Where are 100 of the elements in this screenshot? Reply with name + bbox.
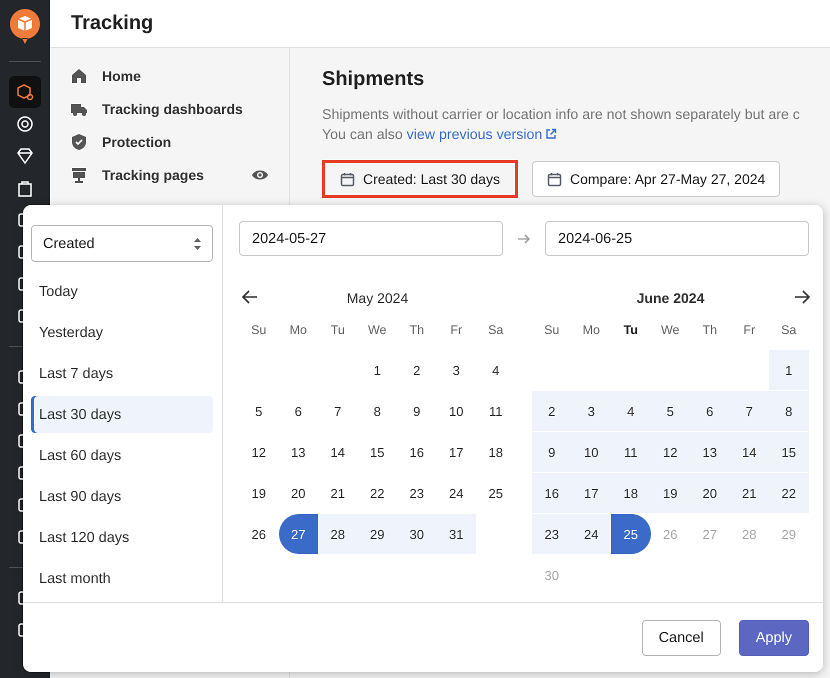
calendar-day[interactable]: 11 (611, 432, 650, 472)
apply-button[interactable]: Apply (738, 620, 809, 656)
calendar-day[interactable]: 14 (730, 432, 769, 472)
month-title: June 2024 (636, 290, 704, 306)
date-filter-button[interactable]: Created: Last 30 days (322, 160, 518, 198)
weekday-label: We (660, 322, 681, 339)
calendar-day[interactable]: 2 (397, 350, 436, 390)
calendar-day[interactable]: 15 (358, 432, 397, 472)
calendar-day[interactable]: 26 (239, 514, 278, 554)
calendar-day[interactable]: 3 (572, 391, 611, 431)
calendar-day[interactable]: 1 (358, 350, 397, 390)
calendar-day[interactable]: 21 (730, 473, 769, 513)
calendar-day[interactable]: 28 (318, 514, 358, 554)
preset-option[interactable]: Last 120 days (31, 519, 213, 556)
calendar-day: 29 (769, 514, 808, 554)
calendar-day[interactable]: 29 (358, 514, 397, 554)
calendar-day[interactable]: 17 (572, 473, 611, 513)
calendar-day[interactable]: 9 (532, 432, 572, 472)
calendar-day[interactable]: 16 (532, 473, 572, 513)
calendar-day[interactable]: 27 (278, 514, 318, 554)
calendar-day[interactable]: 25 (611, 514, 650, 554)
sidebar-item[interactable]: Tracking dashboards (102, 101, 243, 117)
weekday-label: Mo (288, 322, 308, 339)
previous-version-link[interactable]: view previous version (406, 127, 558, 143)
calendar-day[interactable]: 25 (476, 473, 516, 513)
calendar-day[interactable]: 22 (769, 473, 808, 513)
preset-option[interactable]: Yesterday (31, 314, 213, 351)
preset-option[interactable]: Last month (31, 560, 213, 597)
calendar-day[interactable]: 30 (397, 514, 436, 554)
calendar-day[interactable]: 11 (476, 391, 516, 431)
calendar-day[interactable]: 5 (650, 391, 690, 431)
calendar-day[interactable]: 15 (769, 432, 808, 472)
calendar-day[interactable]: 6 (278, 391, 318, 431)
weekday-label: Mo (582, 322, 601, 339)
calendar-day[interactable]: 19 (239, 473, 278, 513)
preset-option[interactable]: Last 60 days (31, 437, 213, 474)
calendar-day[interactable]: 17 (436, 432, 476, 472)
preset-option[interactable]: Last 7 days (31, 355, 213, 392)
calendar-day[interactable]: 20 (278, 473, 318, 513)
weekday-label: Su (543, 322, 560, 339)
preset-option[interactable]: Last 90 days (31, 478, 213, 515)
month-title: May 2024 (346, 290, 408, 306)
calendar-day[interactable]: 23 (397, 473, 436, 513)
calendar-day[interactable]: 13 (690, 432, 730, 472)
calendar-day[interactable]: 21 (318, 473, 358, 513)
calendar-day[interactable]: 23 (532, 514, 572, 554)
calendar-day[interactable]: 18 (476, 432, 516, 472)
weekday-label: Th (701, 322, 718, 339)
calendar-day: 26 (650, 514, 690, 554)
weekday-label: Fr (449, 322, 464, 339)
weekday-label: Su (250, 322, 268, 339)
calendar-day[interactable]: 3 (436, 350, 476, 390)
calendar-day[interactable]: 20 (690, 473, 730, 513)
calendar-day[interactable]: 12 (650, 432, 690, 472)
calendar-day[interactable]: 12 (239, 432, 278, 472)
weekday-label: Sa (780, 322, 798, 339)
calendar-day[interactable]: 10 (436, 391, 476, 431)
calendar-day[interactable]: 8 (358, 391, 397, 431)
end-date-field[interactable]: 2024-06-25 (545, 221, 809, 256)
weekday-label: We (366, 322, 388, 339)
date-type-select[interactable]: Created (31, 225, 213, 262)
calendar-day[interactable]: 9 (397, 391, 436, 431)
weekday-label: Sa (487, 322, 504, 339)
preset-option[interactable]: Last 30 days (31, 396, 213, 433)
description-text: Shipments without carrier or location info are not shown separately but are c (322, 106, 801, 125)
calendar-day[interactable]: 14 (318, 432, 358, 472)
sidebar-item[interactable]: Home (102, 68, 141, 84)
calendar-day[interactable]: 18 (611, 473, 650, 513)
section-title: Shipments (322, 68, 426, 91)
sidebar-item[interactable]: Protection (102, 134, 172, 150)
calendar-day[interactable]: 7 (318, 391, 358, 431)
calendar-day[interactable]: 2 (532, 391, 572, 431)
calendar-day[interactable]: 24 (572, 514, 611, 554)
weekday-label: Tu (622, 322, 639, 339)
calendar-day: 30 (532, 555, 572, 595)
calendar-day: 28 (730, 514, 769, 554)
calendar-day[interactable]: 1 (769, 350, 808, 390)
calendar-day[interactable]: 6 (690, 391, 730, 431)
calendar-day[interactable]: 4 (476, 350, 516, 390)
weekday-label: Th (408, 322, 426, 339)
calendar-day[interactable]: 8 (769, 391, 808, 431)
preset-option[interactable]: Today (31, 273, 213, 310)
start-date-field[interactable]: 2024-05-27 (239, 221, 503, 256)
weekday-label: Tu (330, 322, 346, 339)
calendar-day: 27 (690, 514, 730, 554)
calendar-day[interactable]: 31 (436, 514, 476, 554)
calendar-day[interactable]: 24 (436, 473, 476, 513)
date-filter-button[interactable]: Compare: Apr 27-May 27, 2024 (532, 161, 780, 197)
weekday-label: Fr (742, 322, 756, 339)
calendar-day[interactable]: 19 (650, 473, 690, 513)
sidebar-item[interactable]: Tracking pages (102, 167, 204, 183)
calendar-day[interactable]: 5 (239, 391, 278, 431)
calendar-day[interactable]: 10 (572, 432, 611, 472)
calendar-day[interactable]: 4 (611, 391, 650, 431)
calendar-day[interactable]: 7 (730, 391, 769, 431)
cancel-button[interactable]: Cancel (642, 620, 721, 656)
page-title: Tracking (71, 12, 154, 35)
calendar-day[interactable]: 22 (358, 473, 397, 513)
calendar-day[interactable]: 13 (278, 432, 318, 472)
calendar-day[interactable]: 16 (397, 432, 436, 472)
